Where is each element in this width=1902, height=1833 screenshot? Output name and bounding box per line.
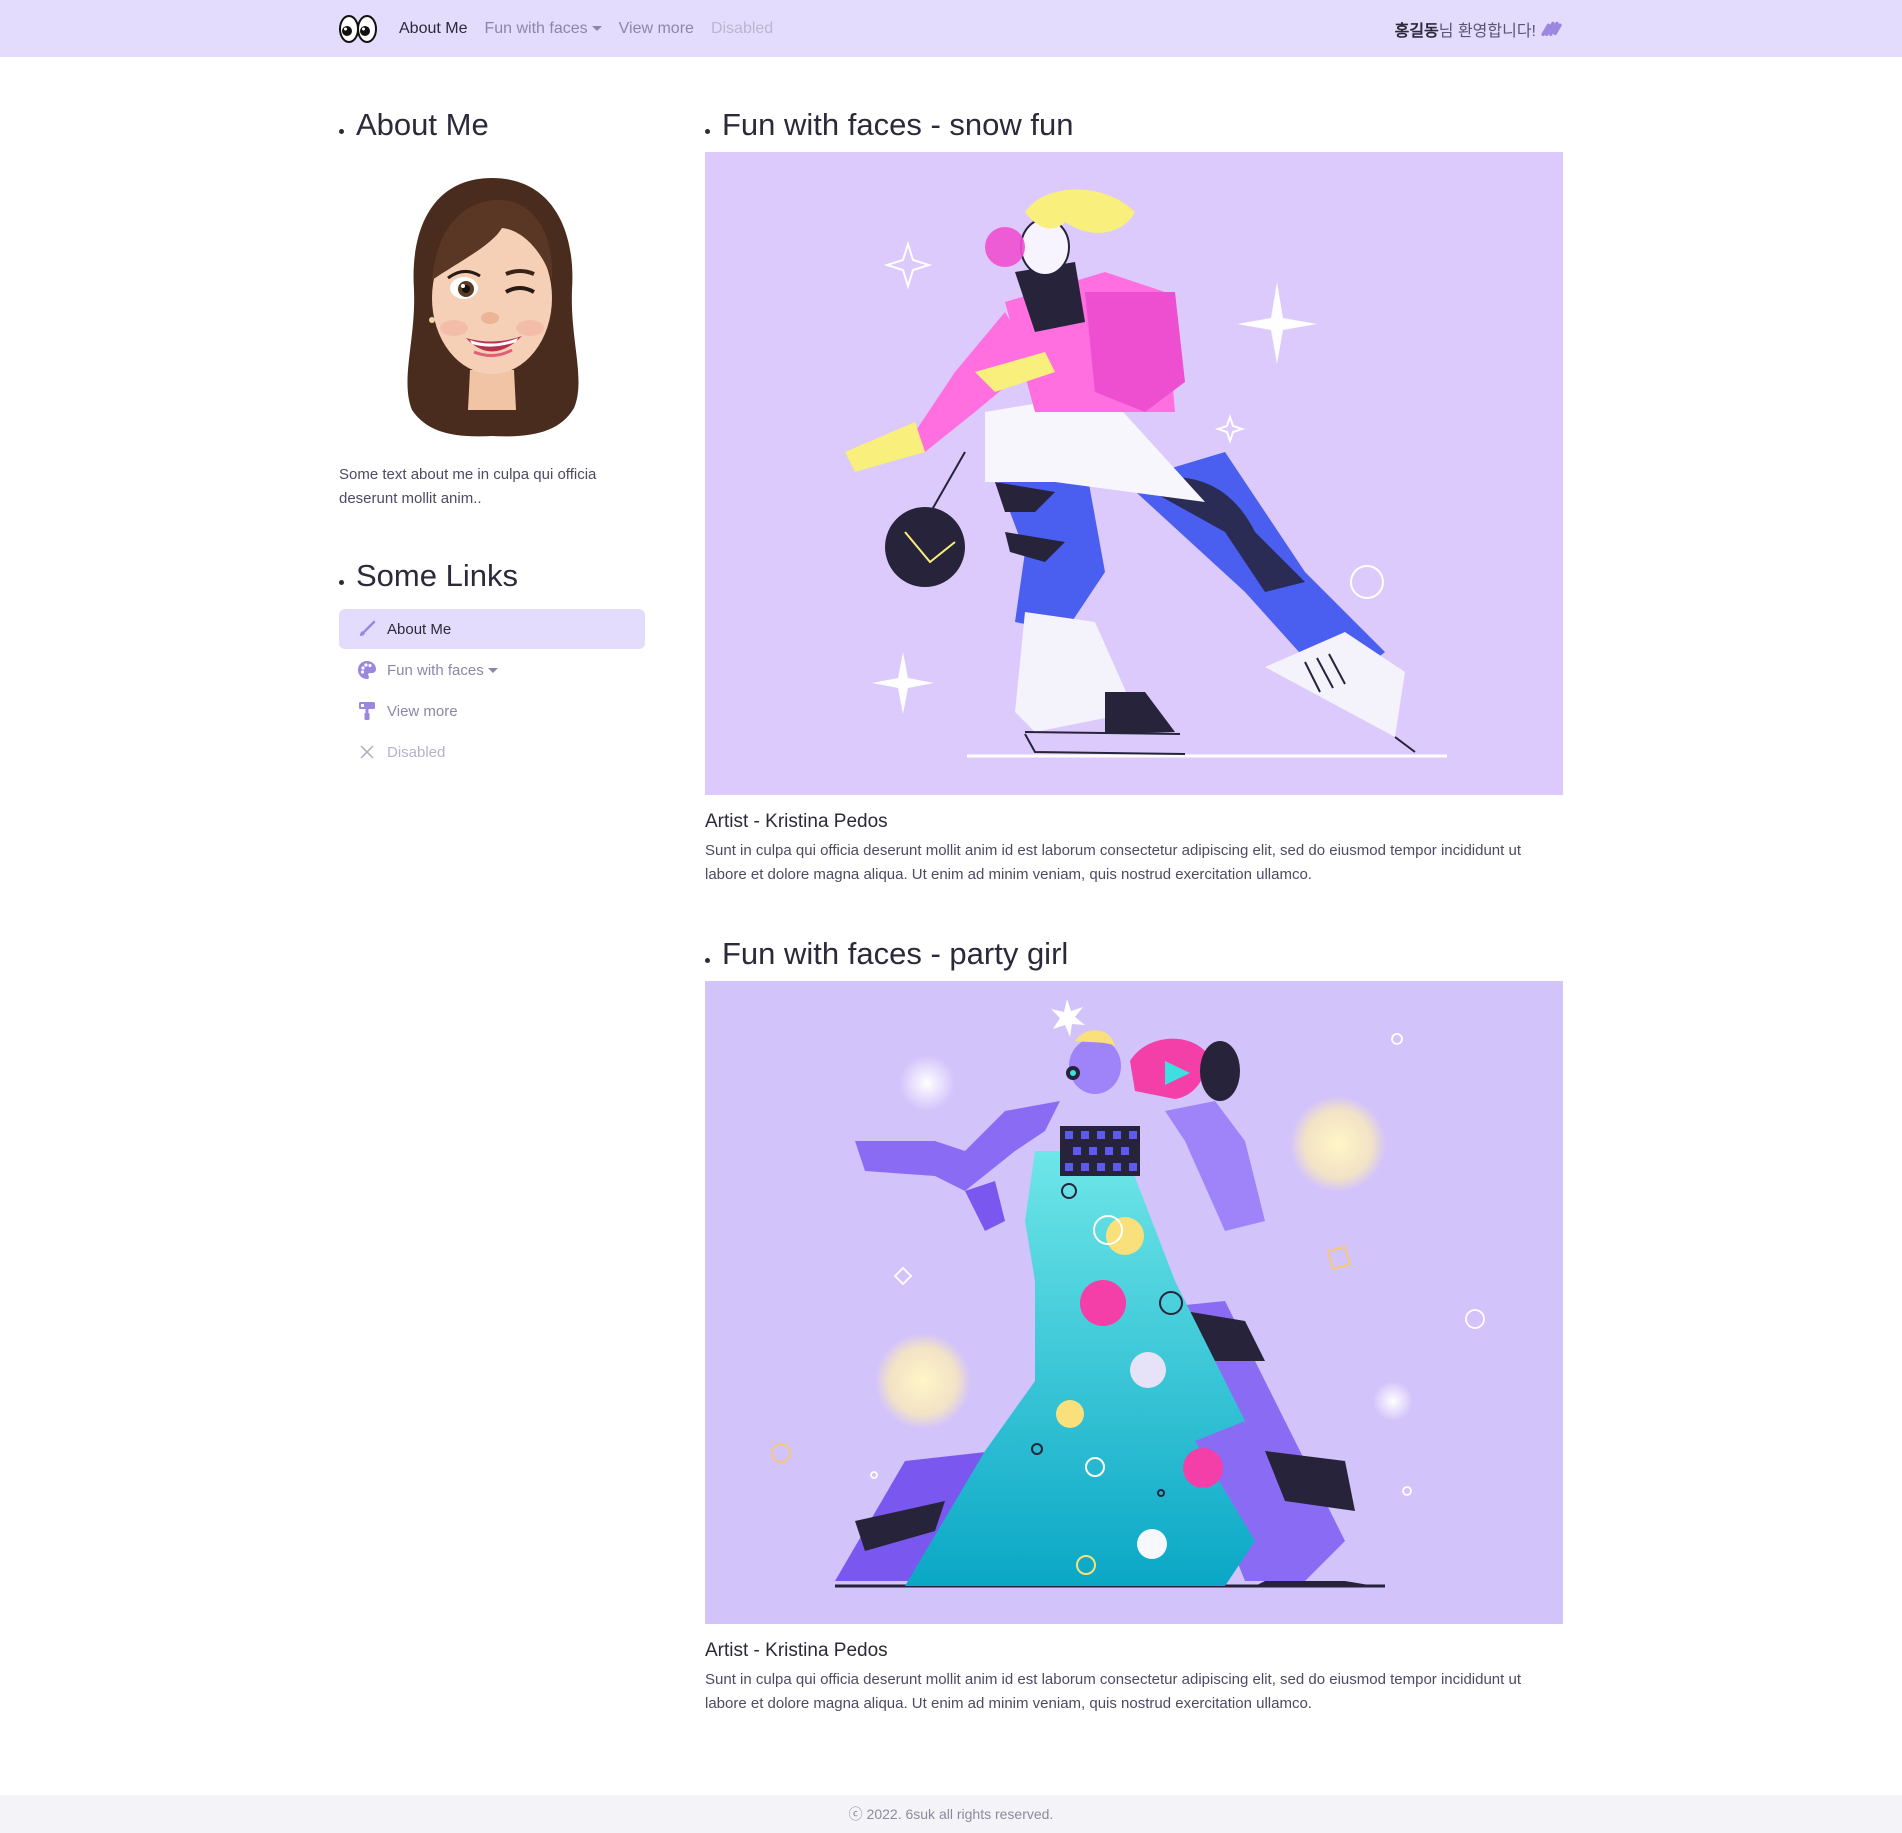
sidebar-item-fun-with-faces[interactable]: Fun with faces (339, 650, 645, 690)
sidebar-link-list: About Me Fun with faces View more Disabl… (339, 609, 645, 772)
bullet-dot (339, 128, 344, 134)
paint-roller-icon (357, 701, 377, 721)
nav-link-label: Fun with faces (484, 19, 588, 37)
sidebar-item-label: About Me (387, 620, 452, 638)
post-title: Fun with faces - snow fun (722, 107, 1074, 142)
caret-down-icon (487, 667, 498, 673)
snow-fun-illustration (705, 152, 1563, 795)
about-me-title: About Me (356, 107, 489, 142)
post-party-girl: Fun with faces - party girl Artist - Kri… (705, 929, 1564, 1716)
sidebar-item-label: Disabled (387, 743, 446, 761)
nav-link-disabled: Disabled (711, 20, 773, 38)
nav-link-view-more[interactable]: View more (619, 20, 694, 38)
caret-down-icon (591, 26, 602, 31)
eyes-icon[interactable] (339, 13, 377, 45)
sidebar-item-about-me[interactable]: About Me (339, 609, 645, 649)
nav-link-about-me[interactable]: About Me (399, 20, 467, 38)
sidebar: About Me Some text about me in culpa qui… (339, 100, 645, 773)
avatar (339, 160, 645, 450)
post-artist: Artist - Kristina Pedos (705, 811, 888, 832)
nav-link-label: Disabled (710, 19, 774, 37)
top-navbar: About Me Fun with faces View more Disabl… (0, 0, 1902, 57)
sidebar-item-disabled: Disabled (339, 732, 645, 772)
brush-icon (357, 619, 377, 639)
post-artist: Artist - Kristina Pedos (705, 1640, 888, 1661)
about-me-text: Some text about me in culpa qui officia … (339, 466, 597, 507)
nav-link-fun-with-faces[interactable]: Fun with faces (484, 19, 602, 38)
bullet-dot (705, 128, 710, 134)
post-heading: Fun with faces - snow fun (705, 100, 1564, 150)
post-title: Fun with faces - party girl (722, 936, 1069, 971)
close-icon (357, 742, 377, 762)
about-me-heading: About Me (339, 100, 645, 150)
palette-icon (357, 660, 377, 680)
post-description: Sunt in culpa qui officia deserunt molli… (705, 842, 1521, 883)
nav-link-label: About Me (399, 19, 468, 37)
nav-link-label: View more (618, 19, 694, 37)
welcome-message: 홍길동 님 환영합니다! (1395, 17, 1564, 41)
sidebar-item-view-more[interactable]: View more (339, 691, 645, 731)
post-snow-fun: Fun with faces - snow fun Artist - Krist… (705, 100, 1564, 887)
some-links-title: Some Links (356, 558, 518, 593)
sidebar-item-label: View more (387, 702, 458, 720)
party-girl-illustration (705, 981, 1563, 1624)
footer: ⓒ 2022. 6suk all rights reserved. (0, 1795, 1902, 1833)
waving-hand-icon (1540, 17, 1564, 41)
sidebar-item-label: Fun with faces (387, 661, 484, 679)
navbar-container: About Me Fun with faces View more Disabl… (339, 0, 1564, 57)
bullet-dot (705, 957, 710, 963)
welcome-name: 홍길동 (1394, 22, 1439, 40)
footer-copyright: ⓒ 2022. 6suk all rights reserved. (848, 1806, 1054, 1822)
post-heading: Fun with faces - party girl (705, 929, 1564, 979)
some-links-heading: Some Links (339, 551, 645, 601)
bullet-dot (339, 579, 344, 585)
post-description: Sunt in culpa qui officia deserunt molli… (705, 1671, 1521, 1712)
welcome-suffix: 님 환영합니다! (1438, 22, 1536, 40)
main-content: Fun with faces - snow fun Artist - Krist… (705, 100, 1564, 1758)
